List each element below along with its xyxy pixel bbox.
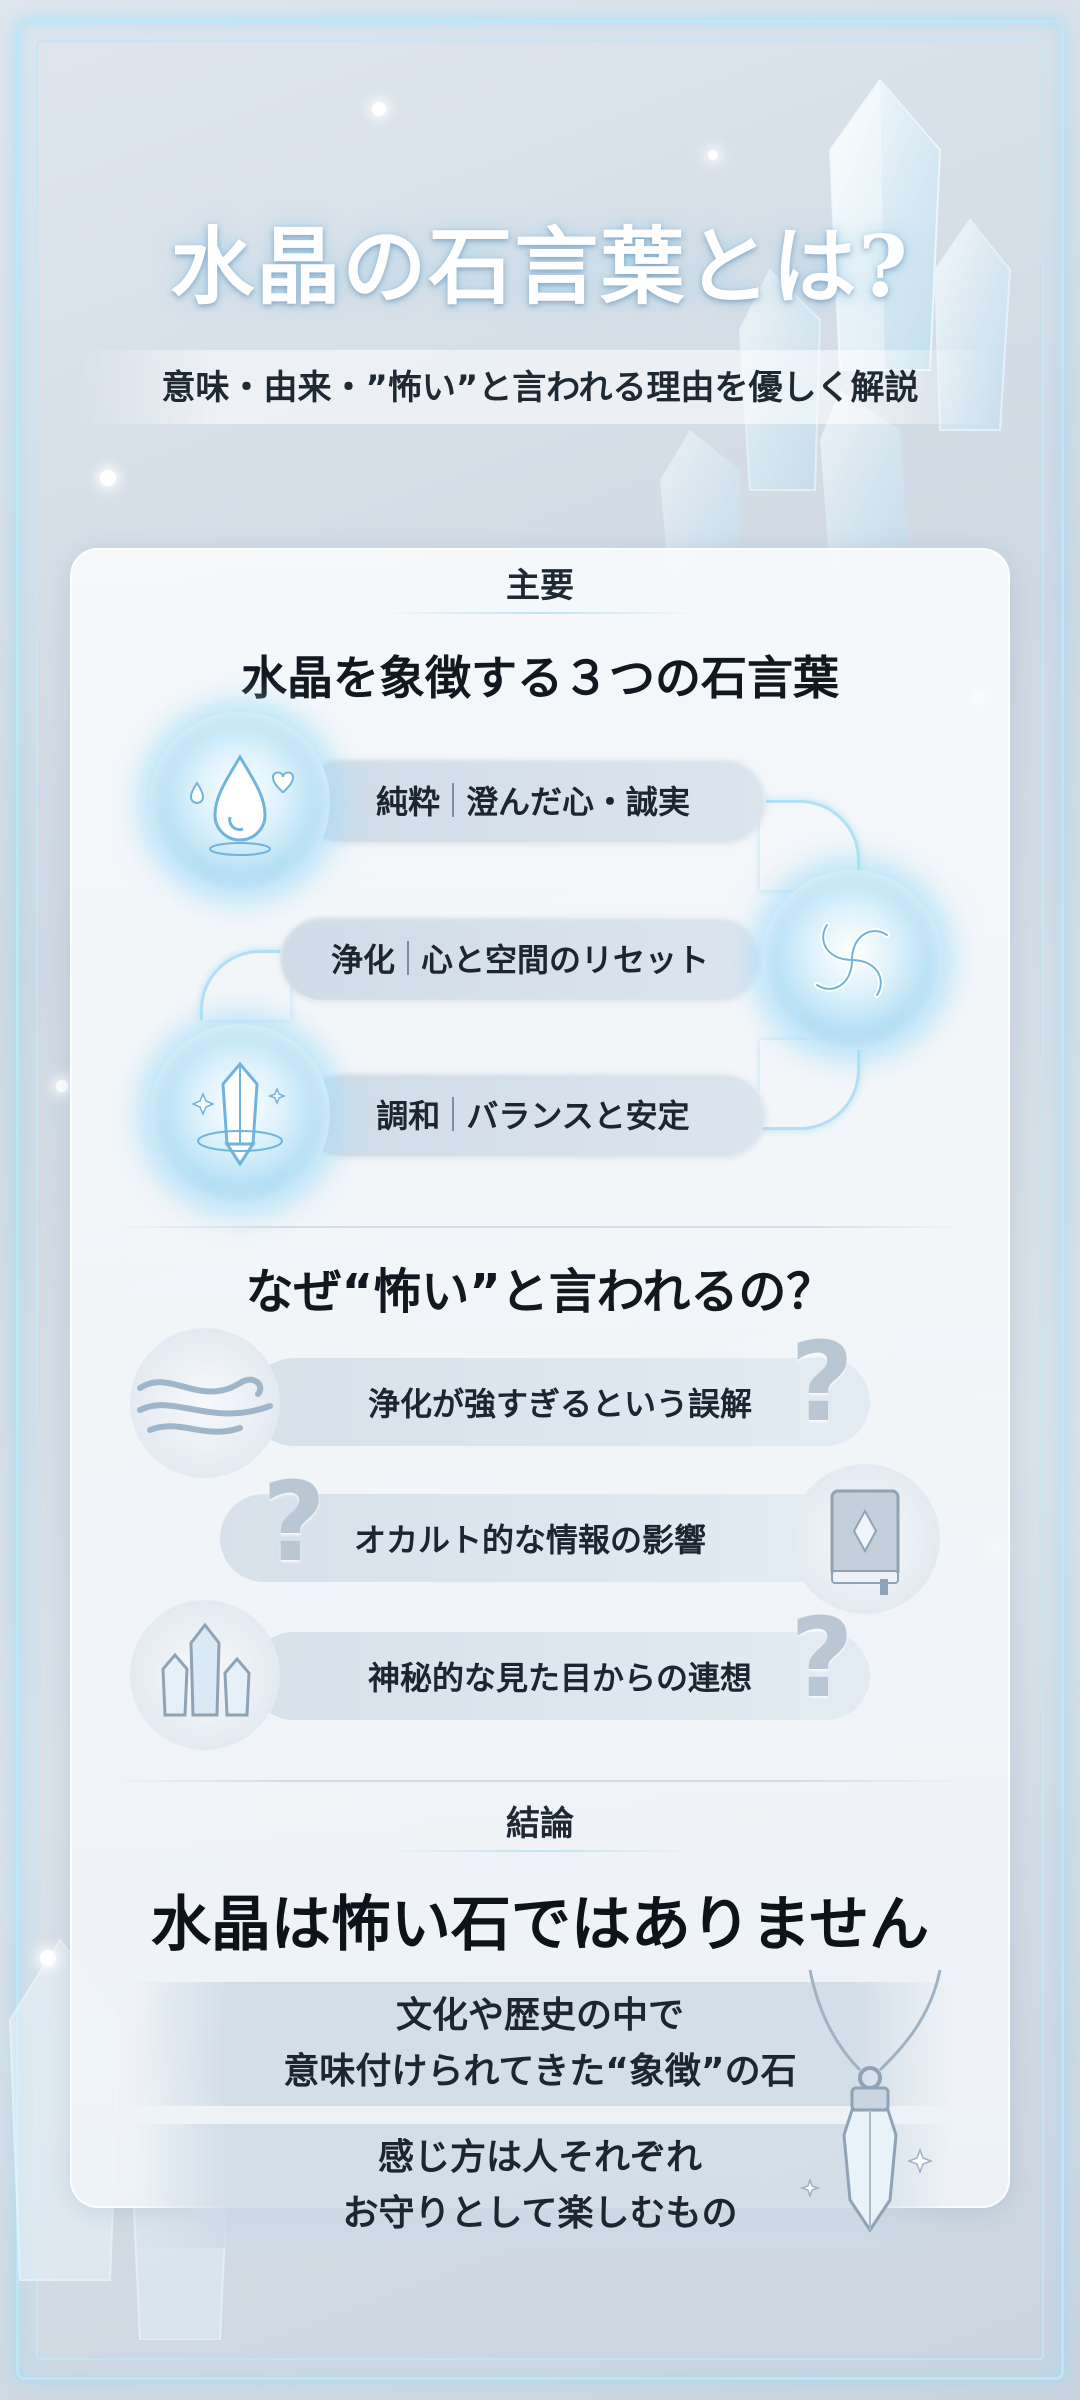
why-heading: なぜ“怖い”と言われるの？ <box>245 1264 835 1320</box>
conclusion-statement: 水晶は怖い石ではありません <box>150 1890 930 1960</box>
book-icon <box>790 1464 940 1614</box>
water-drop-heart-icon <box>150 712 330 892</box>
crystal-cluster-icon <box>130 1600 280 1750</box>
keyword-meaning: 澄んだ心・誠実 <box>466 783 691 821</box>
sparkle <box>372 102 386 116</box>
question-mark-icon: ? <box>790 1594 854 1722</box>
sparkle <box>56 1080 68 1092</box>
sparkle <box>100 470 116 486</box>
keyword-pill-purity: 純粋 澄んだ心・誠実 <box>300 758 766 842</box>
crystal-icon <box>150 1024 330 1204</box>
swirl-icon <box>762 870 942 1050</box>
keyword-pill-harmony: 調和 バランスと安定 <box>300 1072 766 1156</box>
keyword-name: 浄化 <box>330 941 395 979</box>
reason-pill: 神秘的な見た目からの連想 <box>250 1632 870 1720</box>
keyword-pill-purification: 浄化 心と空間のリセット <box>280 916 760 1000</box>
question-mark-icon: ? <box>790 1318 854 1446</box>
summary-label: 主要 <box>506 566 574 606</box>
summary-label-underline <box>380 612 700 614</box>
crystal-pendant-icon <box>799 1969 942 2233</box>
section-divider <box>110 1226 970 1228</box>
conclusion-label: 結論 <box>506 1804 574 1844</box>
conclusion-label-underline <box>380 1850 700 1852</box>
crystal-cluster-background <box>660 78 1012 590</box>
reason-pill: 浄化が強すぎるという誤解 <box>250 1358 870 1446</box>
separator <box>452 1097 455 1131</box>
wind-icon <box>130 1328 280 1478</box>
section-divider <box>110 1780 970 1782</box>
separator <box>452 783 454 817</box>
keyword-meaning: バランスと安定 <box>466 1097 690 1135</box>
summary-heading: 水晶を象徴する３つの石言葉 <box>241 651 839 705</box>
reason-text: 神秘的な見た目からの連想 <box>367 1659 752 1697</box>
separator <box>407 941 409 975</box>
page-subtitle: 意味・由来・”怖い”と言われる理由を優しく解説 <box>161 368 919 408</box>
reason-text: オカルト的な情報の影響 <box>353 1521 706 1559</box>
question-mark-icon: ? <box>262 1458 326 1586</box>
reason-text: 浄化が強すぎるという誤解 <box>367 1385 752 1423</box>
sparkle <box>708 150 718 160</box>
keyword-name: 純粋 <box>375 783 440 821</box>
page-title: 水晶の石言葉とは? <box>170 217 910 316</box>
keyword-name: 調和 <box>376 1097 441 1135</box>
keyword-meaning: 心と空間のリセット <box>421 941 710 979</box>
